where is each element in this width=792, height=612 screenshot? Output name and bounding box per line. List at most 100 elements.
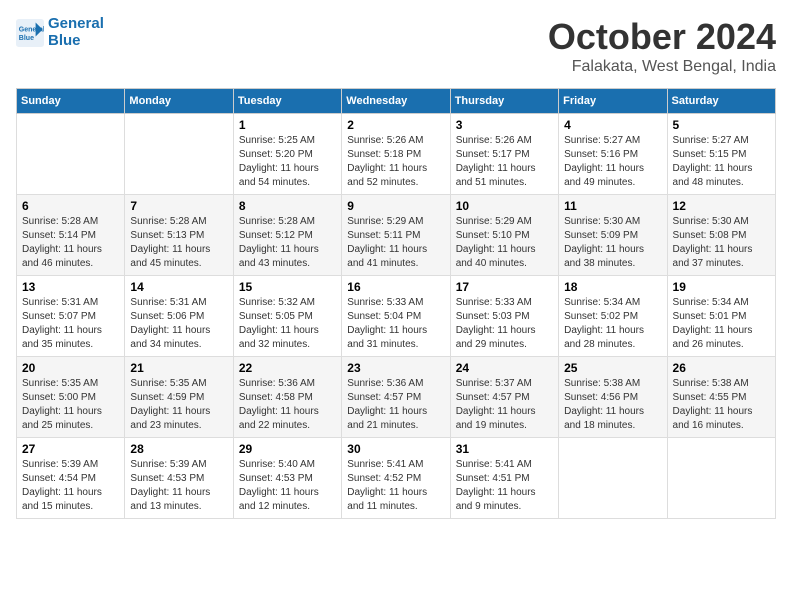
day-number: 27 xyxy=(22,442,119,456)
title-block: October 2024 Falakata, West Bengal, Indi… xyxy=(548,16,776,76)
calendar-cell: 1 Sunrise: 5:25 AMSunset: 5:20 PMDaylight… xyxy=(233,114,341,195)
cell-info: Sunrise: 5:40 AMSunset: 4:53 PMDaylight:… xyxy=(239,458,336,514)
logo-line2: Blue xyxy=(48,33,104,50)
cell-info: Sunrise: 5:34 AMSunset: 5:01 PMDaylight:… xyxy=(673,296,770,352)
calendar-week-row: 1 Sunrise: 5:25 AMSunset: 5:20 PMDaylight… xyxy=(17,114,776,195)
calendar-week-row: 20 Sunrise: 5:35 AMSunset: 5:00 PMDayligh… xyxy=(17,357,776,438)
weekday-header-thursday: Thursday xyxy=(450,89,558,114)
day-number: 23 xyxy=(347,361,444,375)
cell-info: Sunrise: 5:38 AMSunset: 4:55 PMDaylight:… xyxy=(673,377,770,433)
day-number: 2 xyxy=(347,118,444,132)
calendar-cell: 10Sunrise: 5:29 AMSunset: 5:10 PMDayligh… xyxy=(450,195,558,276)
day-number: 3 xyxy=(456,118,553,132)
calendar-cell: 13 Sunrise: 5:31 AMSunset: 5:07 PMDayligh… xyxy=(17,276,125,357)
day-number: 17 xyxy=(456,280,553,294)
cell-info: Sunrise: 5:41 AMSunset: 4:51 PMDaylight:… xyxy=(456,458,553,514)
day-number: 24 xyxy=(456,361,553,375)
cell-info: Sunrise: 5:29 AMSunset: 5:11 PMDaylight:… xyxy=(347,215,444,271)
cell-info: Sunrise: 5:27 AMSunset: 5:16 PMDaylight:… xyxy=(564,134,661,190)
calendar-cell: 16 Sunrise: 5:33 AMSunset: 5:04 PMDayligh… xyxy=(342,276,450,357)
calendar-cell: 29 Sunrise: 5:40 AMSunset: 4:53 PMDayligh… xyxy=(233,438,341,519)
cell-info: Sunrise: 5:28 AMSunset: 5:12 PMDaylight:… xyxy=(239,215,336,271)
day-number: 11 xyxy=(564,199,661,213)
day-number: 13 xyxy=(22,280,119,294)
calendar-cell xyxy=(559,438,667,519)
logo: General Blue General Blue xyxy=(16,16,104,49)
weekday-header-wednesday: Wednesday xyxy=(342,89,450,114)
location: Falakata, West Bengal, India xyxy=(548,58,776,76)
calendar-cell: 24 Sunrise: 5:37 AMSunset: 4:57 PMDayligh… xyxy=(450,357,558,438)
cell-info: Sunrise: 5:25 AMSunset: 5:20 PMDaylight:… xyxy=(239,134,336,190)
cell-info: Sunrise: 5:30 AMSunset: 5:09 PMDaylight:… xyxy=(564,215,661,271)
calendar-cell: 7Sunrise: 5:28 AMSunset: 5:13 PMDaylight… xyxy=(125,195,233,276)
calendar-cell xyxy=(667,438,775,519)
cell-info: Sunrise: 5:33 AMSunset: 5:03 PMDaylight:… xyxy=(456,296,553,352)
weekday-header-sunday: Sunday xyxy=(17,89,125,114)
calendar-cell: 22 Sunrise: 5:36 AMSunset: 4:58 PMDayligh… xyxy=(233,357,341,438)
month-title: October 2024 xyxy=(548,16,776,58)
calendar-cell: 28Sunrise: 5:39 AMSunset: 4:53 PMDayligh… xyxy=(125,438,233,519)
calendar-cell: 30Sunrise: 5:41 AMSunset: 4:52 PMDayligh… xyxy=(342,438,450,519)
day-number: 29 xyxy=(239,442,336,456)
day-number: 7 xyxy=(130,199,227,213)
day-number: 26 xyxy=(673,361,770,375)
calendar-cell: 3 Sunrise: 5:26 AMSunset: 5:17 PMDaylight… xyxy=(450,114,558,195)
calendar-week-row: 27 Sunrise: 5:39 AMSunset: 4:54 PMDayligh… xyxy=(17,438,776,519)
day-number: 30 xyxy=(347,442,444,456)
day-number: 18 xyxy=(564,280,661,294)
logo-icon: General Blue xyxy=(16,19,44,47)
calendar-cell: 8 Sunrise: 5:28 AMSunset: 5:12 PMDaylight… xyxy=(233,195,341,276)
day-number: 12 xyxy=(673,199,770,213)
day-number: 6 xyxy=(22,199,119,213)
cell-info: Sunrise: 5:37 AMSunset: 4:57 PMDaylight:… xyxy=(456,377,553,433)
calendar-cell: 6 Sunrise: 5:28 AMSunset: 5:14 PMDaylight… xyxy=(17,195,125,276)
cell-info: Sunrise: 5:27 AMSunset: 5:15 PMDaylight:… xyxy=(673,134,770,190)
day-number: 21 xyxy=(130,361,227,375)
cell-info: Sunrise: 5:33 AMSunset: 5:04 PMDaylight:… xyxy=(347,296,444,352)
calendar-cell: 5Sunrise: 5:27 AMSunset: 5:15 PMDaylight… xyxy=(667,114,775,195)
calendar-cell: 27 Sunrise: 5:39 AMSunset: 4:54 PMDayligh… xyxy=(17,438,125,519)
weekday-header-row: SundayMondayTuesdayWednesdayThursdayFrid… xyxy=(17,89,776,114)
cell-info: Sunrise: 5:28 AMSunset: 5:14 PMDaylight:… xyxy=(22,215,119,271)
calendar-cell: 19Sunrise: 5:34 AMSunset: 5:01 PMDayligh… xyxy=(667,276,775,357)
day-number: 16 xyxy=(347,280,444,294)
day-number: 25 xyxy=(564,361,661,375)
weekday-header-tuesday: Tuesday xyxy=(233,89,341,114)
cell-info: Sunrise: 5:30 AMSunset: 5:08 PMDaylight:… xyxy=(673,215,770,271)
cell-info: Sunrise: 5:34 AMSunset: 5:02 PMDaylight:… xyxy=(564,296,661,352)
calendar-cell: 15Sunrise: 5:32 AMSunset: 5:05 PMDayligh… xyxy=(233,276,341,357)
cell-info: Sunrise: 5:26 AMSunset: 5:17 PMDaylight:… xyxy=(456,134,553,190)
calendar-week-row: 6 Sunrise: 5:28 AMSunset: 5:14 PMDaylight… xyxy=(17,195,776,276)
calendar-cell: 21Sunrise: 5:35 AMSunset: 4:59 PMDayligh… xyxy=(125,357,233,438)
calendar-cell: 18 Sunrise: 5:34 AMSunset: 5:02 PMDayligh… xyxy=(559,276,667,357)
calendar-cell: 26 Sunrise: 5:38 AMSunset: 4:55 PMDayligh… xyxy=(667,357,775,438)
day-number: 14 xyxy=(130,280,227,294)
day-number: 22 xyxy=(239,361,336,375)
cell-info: Sunrise: 5:35 AMSunset: 5:00 PMDaylight:… xyxy=(22,377,119,433)
day-number: 8 xyxy=(239,199,336,213)
cell-info: Sunrise: 5:36 AMSunset: 4:58 PMDaylight:… xyxy=(239,377,336,433)
calendar-table: SundayMondayTuesdayWednesdayThursdayFrid… xyxy=(16,88,776,519)
cell-info: Sunrise: 5:31 AMSunset: 5:07 PMDaylight:… xyxy=(22,296,119,352)
calendar-cell: 31 Sunrise: 5:41 AMSunset: 4:51 PMDayligh… xyxy=(450,438,558,519)
weekday-header-friday: Friday xyxy=(559,89,667,114)
calendar-cell: 25Sunrise: 5:38 AMSunset: 4:56 PMDayligh… xyxy=(559,357,667,438)
day-number: 31 xyxy=(456,442,553,456)
calendar-cell: 9Sunrise: 5:29 AMSunset: 5:11 PMDaylight… xyxy=(342,195,450,276)
calendar-cell: 11 Sunrise: 5:30 AMSunset: 5:09 PMDayligh… xyxy=(559,195,667,276)
day-number: 20 xyxy=(22,361,119,375)
calendar-cell: 23Sunrise: 5:36 AMSunset: 4:57 PMDayligh… xyxy=(342,357,450,438)
logo-line1: General xyxy=(48,16,104,33)
calendar-cell: 14Sunrise: 5:31 AMSunset: 5:06 PMDayligh… xyxy=(125,276,233,357)
day-number: 28 xyxy=(130,442,227,456)
page-header: General Blue General Blue October 2024 F… xyxy=(16,16,776,76)
day-number: 15 xyxy=(239,280,336,294)
day-number: 1 xyxy=(239,118,336,132)
calendar-cell: 17 Sunrise: 5:33 AMSunset: 5:03 PMDayligh… xyxy=(450,276,558,357)
svg-text:Blue: Blue xyxy=(19,35,34,42)
weekday-header-saturday: Saturday xyxy=(667,89,775,114)
weekday-header-monday: Monday xyxy=(125,89,233,114)
cell-info: Sunrise: 5:39 AMSunset: 4:54 PMDaylight:… xyxy=(22,458,119,514)
calendar-cell: 12 Sunrise: 5:30 AMSunset: 5:08 PMDayligh… xyxy=(667,195,775,276)
calendar-cell: 2Sunrise: 5:26 AMSunset: 5:18 PMDaylight… xyxy=(342,114,450,195)
